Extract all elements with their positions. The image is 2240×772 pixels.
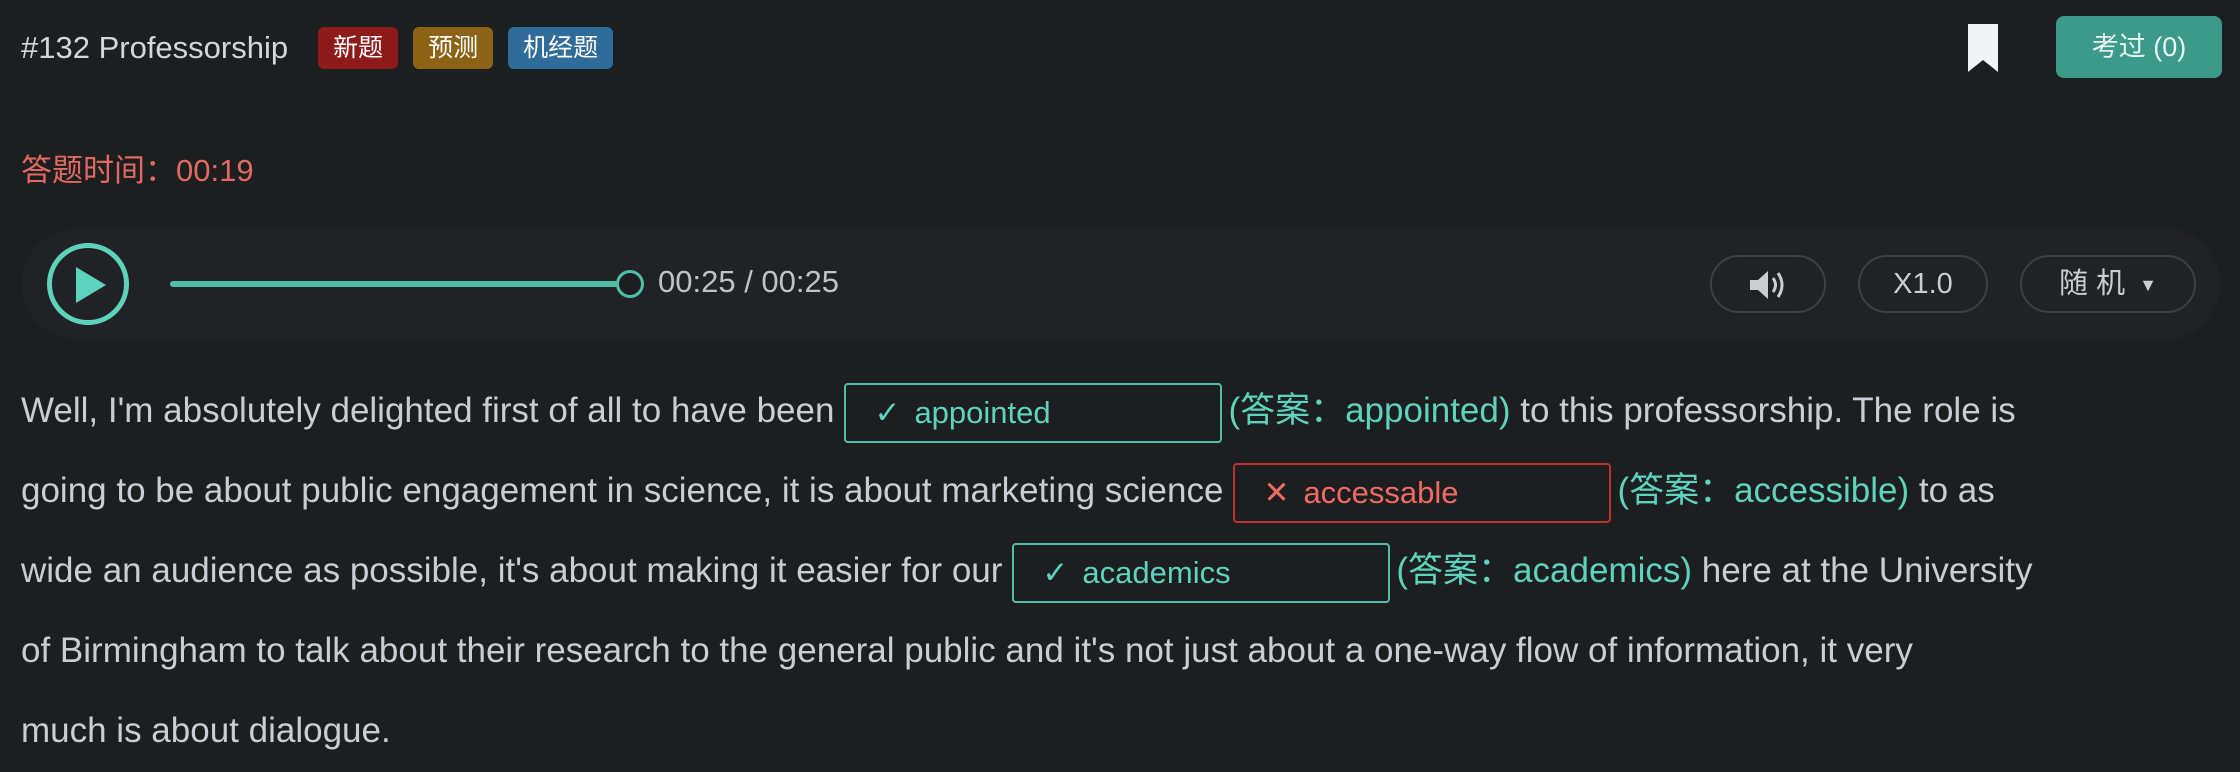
- progress-handle[interactable]: [616, 270, 644, 298]
- progress-track[interactable]: [170, 270, 644, 298]
- tag-predict: 预测: [413, 27, 494, 69]
- passage-line: of Birmingham to talk about their resear…: [21, 611, 2221, 691]
- check-icon: ✓: [1042, 554, 1069, 590]
- blank-value: academics: [1082, 554, 1231, 590]
- passage-line: much is about dialogue.: [21, 691, 2221, 771]
- correct-answer: (答案：appointed): [1228, 391, 1511, 430]
- bookmark-icon[interactable]: [1968, 24, 1998, 72]
- passage-text: Well, I'm absolutely delighted first of …: [21, 391, 835, 430]
- correct-answer: (答案：academics): [1396, 551, 1693, 590]
- check-icon: ✓: [874, 394, 901, 430]
- answer-blank-3[interactable]: ✓ academics: [1012, 542, 1391, 603]
- passage-text: to as: [1909, 471, 1995, 510]
- passage-line: going to be about public engagement in s…: [21, 451, 2221, 531]
- done-button[interactable]: 考过 (0): [2056, 16, 2222, 78]
- caret-down-icon: ▼: [2139, 275, 2157, 296]
- passage-line: wide an audience as possible, it's about…: [21, 531, 2221, 611]
- passage: Well, I'm absolutely delighted first of …: [21, 371, 2221, 771]
- passage-text: going to be about public engagement in s…: [21, 471, 1224, 510]
- passage-text: much is about dialogue.: [21, 711, 391, 750]
- volume-button[interactable]: [1710, 255, 1826, 313]
- passage-text: of Birmingham to talk about their resear…: [21, 631, 1913, 670]
- passage-text: here at the University: [1692, 551, 2033, 590]
- tag-machine: 机经题: [508, 27, 614, 69]
- mode-dropdown[interactable]: 随 机 ▼: [2020, 255, 2196, 313]
- audio-player: 00:25 / 00:25 X1.0 随 机 ▼: [22, 228, 2220, 340]
- blank-value: accessable: [1303, 474, 1459, 510]
- answer-blank-2[interactable]: ✕ accessable: [1233, 462, 1612, 523]
- cross-icon: ✕: [1263, 474, 1290, 510]
- play-icon[interactable]: [47, 243, 129, 325]
- playback-time: 00:25 / 00:25: [658, 264, 839, 299]
- mode-label: 随 机: [2059, 268, 2126, 300]
- tag-new: 新题: [318, 27, 399, 69]
- passage-text: wide an audience as possible, it's about…: [21, 551, 1003, 590]
- header: #132 Professorship 新题 预测 机经题: [21, 22, 628, 74]
- speed-button[interactable]: X1.0: [1858, 255, 1988, 313]
- passage-text: to this professorship. The role is: [1510, 391, 2016, 430]
- correct-answer: (答案：accessible): [1617, 471, 1910, 510]
- passage-line: Well, I'm absolutely delighted first of …: [21, 371, 2221, 451]
- volume-icon: [1750, 271, 1784, 299]
- answer-timer: 答题时间：00:19: [21, 153, 254, 188]
- progress-fill: [170, 281, 630, 287]
- blank-value: appointed: [914, 394, 1051, 430]
- answer-blank-1[interactable]: ✓ appointed: [844, 382, 1223, 443]
- page-title: #132 Professorship: [21, 30, 289, 65]
